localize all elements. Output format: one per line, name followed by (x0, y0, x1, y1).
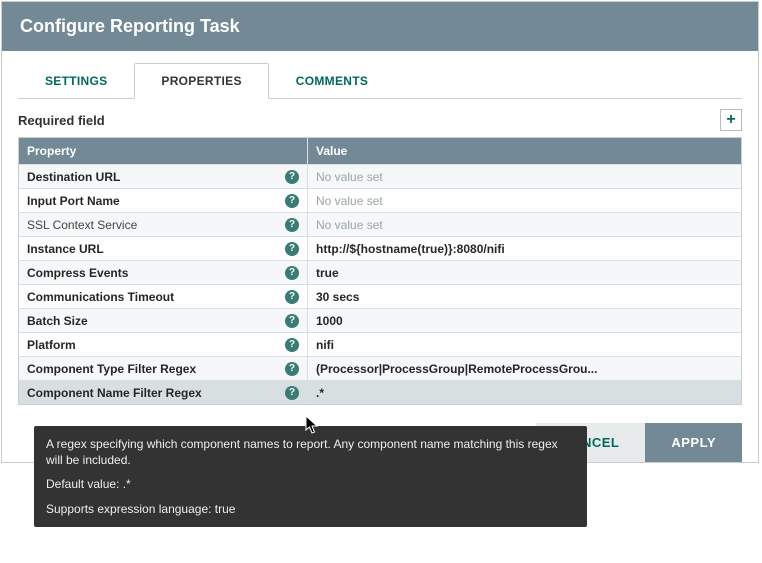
plus-icon: + (726, 111, 735, 129)
required-label: Required field (18, 113, 105, 128)
property-value: No value set (316, 170, 383, 184)
property-name: Instance URL (27, 242, 285, 256)
property-value-cell[interactable]: .* (307, 381, 741, 404)
help-icon[interactable]: ? (285, 386, 299, 400)
help-icon[interactable]: ? (285, 290, 299, 304)
help-icon[interactable]: ? (285, 218, 299, 232)
dialog-title: Configure Reporting Task (2, 2, 758, 51)
property-name: Input Port Name (27, 194, 285, 208)
tab-bar: SETTINGS PROPERTIES COMMENTS (18, 63, 742, 99)
tooltip-el: Supports expression language: true (46, 501, 575, 517)
tooltip-default: Default value: .* (46, 476, 575, 492)
property-name: Component Type Filter Regex (27, 362, 285, 376)
add-property-button[interactable]: + (720, 109, 742, 131)
property-row[interactable]: Batch Size? 1000 (19, 308, 741, 332)
property-value-cell[interactable]: 1000 (307, 309, 741, 332)
property-name: Compress Events (27, 266, 285, 280)
property-value-cell[interactable]: No value set (307, 213, 741, 236)
help-icon[interactable]: ? (285, 242, 299, 256)
property-name: SSL Context Service (27, 218, 285, 232)
tooltip-description: A regex specifying which component names… (46, 436, 575, 468)
property-value: http://${hostname(true)}:8080/nifi (316, 242, 505, 256)
property-row[interactable]: Communications Timeout? 30 secs (19, 284, 741, 308)
property-name: Destination URL (27, 170, 285, 184)
required-row: Required field + (18, 109, 742, 131)
help-icon[interactable]: ? (285, 338, 299, 352)
property-value: No value set (316, 194, 383, 208)
property-value: nifi (316, 338, 334, 352)
header-value: Value (307, 138, 741, 164)
grid-header: Property Value (19, 138, 741, 164)
help-icon[interactable]: ? (285, 194, 299, 208)
help-icon[interactable]: ? (285, 314, 299, 328)
property-name: Communications Timeout (27, 290, 285, 304)
property-row[interactable]: Compress Events? true (19, 260, 741, 284)
configure-dialog: Configure Reporting Task SETTINGS PROPER… (1, 1, 759, 463)
property-value: 1000 (316, 314, 343, 328)
help-tooltip: A regex specifying which component names… (34, 426, 587, 527)
property-row[interactable]: SSL Context Service? No value set (19, 212, 741, 236)
property-row[interactable]: Platform? nifi (19, 332, 741, 356)
property-value: .* (316, 386, 324, 400)
tab-properties[interactable]: PROPERTIES (134, 63, 268, 99)
property-value-cell[interactable]: No value set (307, 165, 741, 188)
property-name: Component Name Filter Regex (27, 386, 285, 400)
property-name: Batch Size (27, 314, 285, 328)
property-value-cell[interactable]: nifi (307, 333, 741, 356)
tab-settings[interactable]: SETTINGS (18, 63, 134, 98)
help-icon[interactable]: ? (285, 362, 299, 376)
property-value-cell[interactable]: 30 secs (307, 285, 741, 308)
properties-grid: Property Value Destination URL? No value … (18, 137, 742, 405)
apply-button[interactable]: APPLY (645, 423, 742, 462)
help-icon[interactable]: ? (285, 170, 299, 184)
dialog-content: SETTINGS PROPERTIES COMMENTS Required fi… (2, 51, 758, 462)
property-row[interactable]: Component Name Filter Regex? .* (19, 380, 741, 404)
property-row[interactable]: Destination URL? No value set (19, 164, 741, 188)
property-value: true (316, 266, 339, 280)
property-row[interactable]: Component Type Filter Regex? (Processor|P… (19, 356, 741, 380)
property-row[interactable]: Input Port Name? No value set (19, 188, 741, 212)
grid-body: Destination URL?No value setInput Port N… (19, 164, 741, 404)
header-property: Property (19, 138, 307, 164)
property-value: 30 secs (316, 290, 359, 304)
property-value: (Processor|ProcessGroup|RemoteProcessGro… (316, 362, 597, 376)
property-name: Platform (27, 338, 285, 352)
help-icon[interactable]: ? (285, 266, 299, 280)
property-value-cell[interactable]: (Processor|ProcessGroup|RemoteProcessGro… (307, 357, 741, 380)
property-value: No value set (316, 218, 383, 232)
property-value-cell[interactable]: No value set (307, 189, 741, 212)
property-row[interactable]: Instance URL? http://${hostname(true)}:80… (19, 236, 741, 260)
property-value-cell[interactable]: http://${hostname(true)}:8080/nifi (307, 237, 741, 260)
property-value-cell[interactable]: true (307, 261, 741, 284)
tab-comments[interactable]: COMMENTS (269, 63, 395, 98)
